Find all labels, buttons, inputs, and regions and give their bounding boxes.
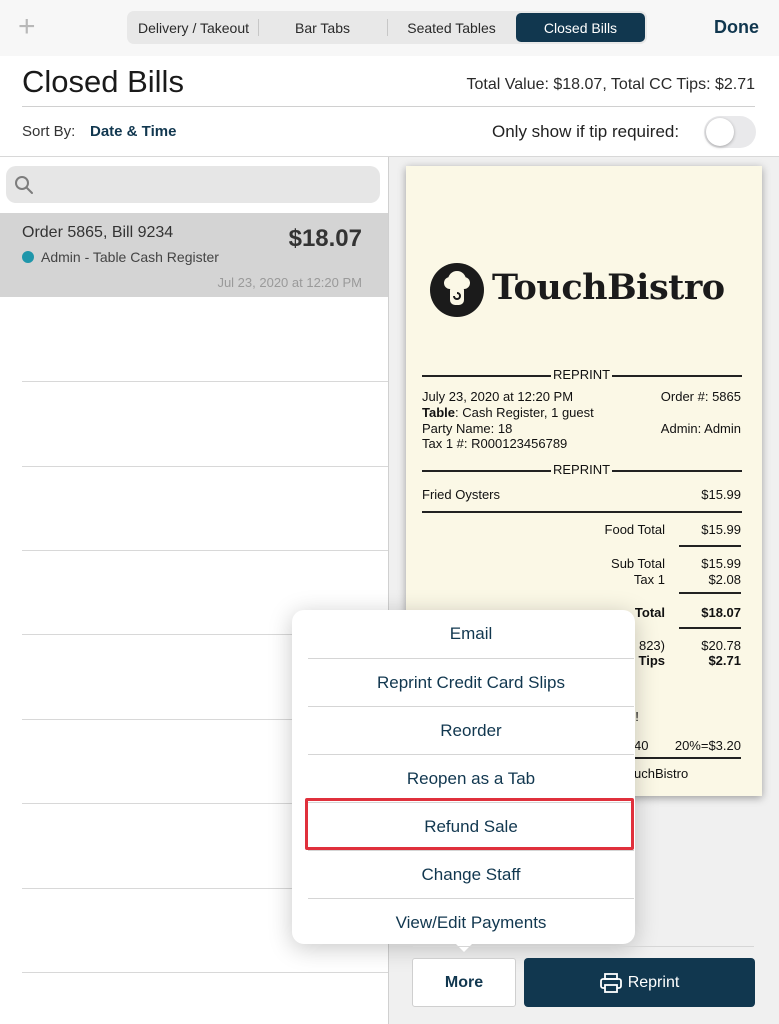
receipt-rule (679, 627, 741, 629)
more-actions-menu: Email Reprint Credit Card Slips Reorder … (292, 610, 635, 952)
more-button[interactable]: More (412, 958, 516, 1007)
bill-staff: Admin - Table Cash Register (41, 249, 219, 265)
receipt-footer-partial: uchBistro (634, 766, 689, 781)
reprint-label-2: REPRINT (551, 462, 613, 477)
menu-item-reorder[interactable]: Reorder (308, 706, 634, 754)
totals-summary: Total Value: $18.07, Total CC Tips: $2.7… (466, 76, 755, 93)
receipt-party: Party Name: 18 (422, 421, 513, 436)
table-label: Table (422, 405, 455, 420)
receipt-item-name: Fried Oysters (422, 487, 501, 502)
tip-filter-label: Only show if tip required: (492, 122, 680, 141)
done-button[interactable]: Done (714, 17, 759, 38)
receipt-subtotal: $15.99 (701, 556, 741, 571)
plus-icon[interactable]: + (18, 12, 36, 42)
segment-closed-bills[interactable]: Closed Bills (516, 13, 645, 42)
menu-item-reprint-cc-slips[interactable]: Reprint Credit Card Slips (308, 658, 634, 706)
list-item-selected-bill[interactable]: Order 5865, Bill 9234 $18.07 Admin - Tab… (0, 213, 388, 297)
receipt-tax-label: Tax 1 (633, 572, 665, 587)
segment-bar-tabs[interactable]: Bar Tabs (258, 13, 387, 42)
menu-item-email[interactable]: Email (308, 610, 634, 658)
receipt-tax-id: Tax 1 #: R000123456789 (422, 436, 568, 451)
receipt-total: $18.07 (701, 605, 741, 620)
chef-hat-logo-icon (430, 263, 484, 317)
receipt-tax: $2.08 (708, 572, 741, 587)
refund-sale-highlight (305, 798, 634, 850)
receipt-tips-label: Tips (638, 653, 666, 668)
bill-date: Jul 23, 2020 at 12:20 PM (217, 275, 362, 290)
receipt-admin: Admin: Admin (660, 421, 741, 436)
reprint-button[interactable]: Reprint (524, 958, 755, 1007)
receipt-total-label: Total (634, 605, 665, 620)
list-separator (22, 381, 388, 382)
table-value: : Cash Register, 1 guest (455, 405, 594, 420)
menu-item-reopen-as-tab[interactable]: Reopen as a Tab (308, 754, 634, 802)
actions-divider (413, 946, 754, 947)
printer-icon (599, 972, 622, 993)
header-divider (22, 106, 755, 107)
toggle-knob (706, 118, 734, 146)
segment-seated-tables[interactable]: Seated Tables (387, 13, 516, 42)
list-separator (22, 466, 388, 467)
search-input[interactable] (6, 166, 380, 203)
reprint-label: Reprint (627, 973, 680, 991)
bill-title: Order 5865, Bill 9234 (22, 224, 174, 241)
receipt-rule (422, 511, 742, 513)
status-dot (22, 251, 34, 263)
receipt-card-partial: 823) (638, 638, 665, 653)
bill-type-segmented-control: Delivery / Takeout Bar Tabs Seated Table… (127, 11, 647, 44)
receipt-rule (679, 592, 741, 594)
bill-amount: $18.07 (288, 225, 362, 252)
receipt-date: July 23, 2020 at 12:20 PM (422, 389, 574, 404)
receipt-subtotal-label: Sub Total (611, 556, 665, 571)
menu-item-view-edit-payments[interactable]: View/Edit Payments (308, 898, 634, 946)
receipt-order: Order #: 5865 (660, 389, 741, 404)
sort-by-selector[interactable]: Date & Time (90, 123, 176, 140)
receipt-food-total: $15.99 (701, 522, 741, 537)
segment-delivery-takeout[interactable]: Delivery / Takeout (129, 13, 258, 42)
sort-by-label: Sort By: (22, 123, 76, 140)
reprint-label: REPRINT (551, 367, 613, 382)
receipt-table: Table: Cash Register, 1 guest (422, 405, 594, 420)
menu-item-change-staff[interactable]: Change Staff (308, 850, 634, 898)
page-title: Closed Bills (22, 64, 184, 99)
receipt-tip-suggest: 20%=$3.20 (674, 738, 741, 753)
receipt-food-total-label: Food Total (604, 522, 665, 537)
receipt-rule (634, 757, 741, 759)
tip-required-toggle[interactable] (704, 116, 756, 148)
receipt-tips: $2.71 (708, 653, 741, 668)
receipt-tip-suggest-partial: 40 (634, 738, 649, 753)
receipt-rule (679, 545, 741, 547)
receipt-card-amount: $20.78 (701, 638, 741, 653)
search-icon (15, 176, 33, 194)
receipt-brand: TouchBistro (492, 267, 725, 308)
list-separator (22, 550, 388, 551)
top-bar: + Delivery / Takeout Bar Tabs Seated Tab… (0, 0, 779, 56)
list-separator (22, 972, 388, 973)
receipt-item-price: $15.99 (701, 487, 741, 502)
